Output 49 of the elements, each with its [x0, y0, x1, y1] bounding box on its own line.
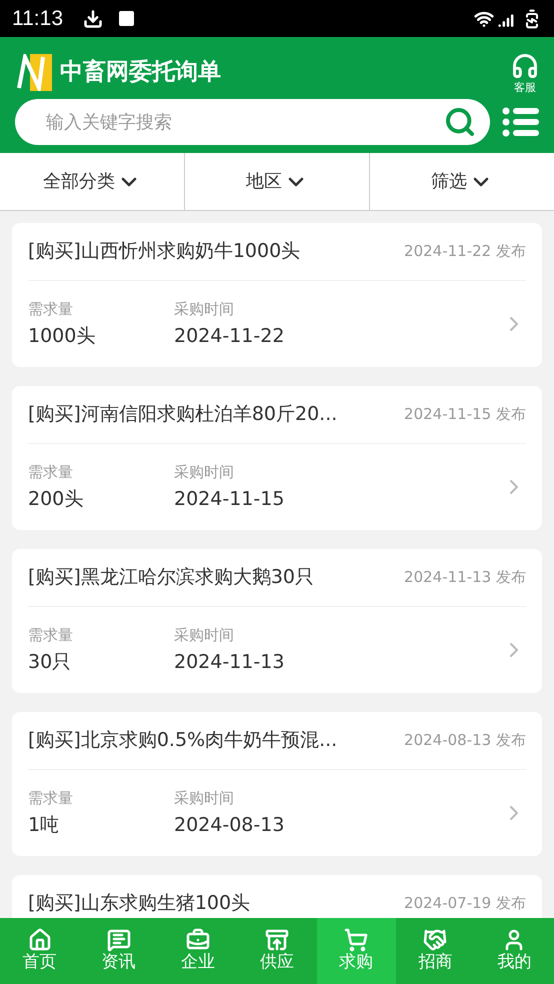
publish-date: 2024-11-15 发布 — [404, 404, 526, 426]
quantity-value: 30只 — [28, 650, 72, 675]
briefcase-icon — [186, 928, 210, 952]
purchase-time-label: 采购时间 — [174, 462, 235, 482]
list-menu-icon[interactable] — [502, 107, 539, 137]
listing-card[interactable]: [购买]黑龙江哈尔滨求购大鹅30只 2024-11-13 发布 需求量 30只 采购时间 2024-11-13 — [12, 549, 542, 693]
purchase-time-value: 2024-11-13 — [174, 650, 286, 675]
filter-dropdown[interactable]: 筛选 — [369, 153, 554, 210]
publish-date: 2024-11-13 发布 — [404, 567, 526, 588]
cart-icon — [344, 928, 368, 952]
download-icon — [83, 8, 103, 28]
listing-title: [购买]山东求购生猪100头 — [28, 891, 250, 916]
purchase-time-value: 2024-11-15 — [174, 487, 286, 512]
app-title: 中畜网委托询单 — [60, 58, 221, 87]
listing-title: [购买]北京求购0.5%肉牛奶牛预混... — [28, 728, 338, 754]
listing-card[interactable]: [购买]河南信阳求购杜泊羊80斤20... 2024-11-15 发布 需求量 200头 采购时间 2024-11-15 — [12, 386, 542, 530]
filter-dropdown[interactable]: 地区 — [184, 153, 369, 210]
customer-service-button[interactable]: 客服 — [511, 52, 539, 92]
listing-card[interactable]: [购买]山西忻州求购奶牛1000头 2024-11-22 发布 需求量 1000头 采购时间 2024-11-22 — [12, 223, 542, 367]
listing-title: [购买]黑龙江哈尔滨求购大鹅30只 — [28, 565, 314, 590]
home-icon — [28, 928, 52, 952]
purchase-time-value: 2024-08-13 — [174, 813, 286, 838]
search-icon[interactable] — [444, 106, 476, 138]
status-time: 11:13 — [12, 6, 63, 32]
publish-date: 2024-07-19 发布 — [404, 893, 526, 914]
quantity-value: 200头 — [28, 487, 84, 512]
box-icon — [264, 928, 289, 952]
listing-title: [购买]河南信阳求购杜泊羊80斤20... — [28, 402, 338, 428]
purchase-time-value: 2024-11-22 — [174, 324, 286, 349]
handshake-icon — [423, 928, 448, 952]
purchase-time-label: 采购时间 — [174, 624, 235, 646]
publish-date: 2024-11-22 发布 — [404, 241, 526, 262]
quantity-label: 需求量 — [28, 624, 74, 646]
quantity-label: 需求量 — [28, 298, 74, 320]
listing-card[interactable]: [购买]北京求购0.5%肉牛奶牛预混... 2024-08-13 发布 需求量 1吨 采购时间 2024-08-13 — [12, 712, 542, 856]
search-field[interactable]: 输入关键字搜索 — [15, 99, 490, 145]
quantity-value: 1000头 — [28, 324, 96, 349]
chat-icon — [106, 928, 131, 952]
purchase-time-label: 采购时间 — [174, 298, 235, 320]
purchase-time-label: 采购时间 — [174, 788, 235, 808]
filter-dropdown[interactable]: 全部分类 — [0, 153, 184, 210]
quantity-label: 需求量 — [28, 462, 74, 482]
listing-card[interactable]: [购买]山东求购生猪100头 2024-07-19 发布 — [12, 875, 542, 918]
logo-icon — [15, 54, 52, 90]
headphones-icon — [511, 52, 539, 80]
quantity-value: 1吨 — [28, 813, 60, 838]
publish-date: 2024-08-13 发布 — [404, 730, 526, 752]
listing-title: [购买]山西忻州求购奶牛1000头 — [28, 239, 300, 264]
quantity-label: 需求量 — [28, 788, 74, 808]
